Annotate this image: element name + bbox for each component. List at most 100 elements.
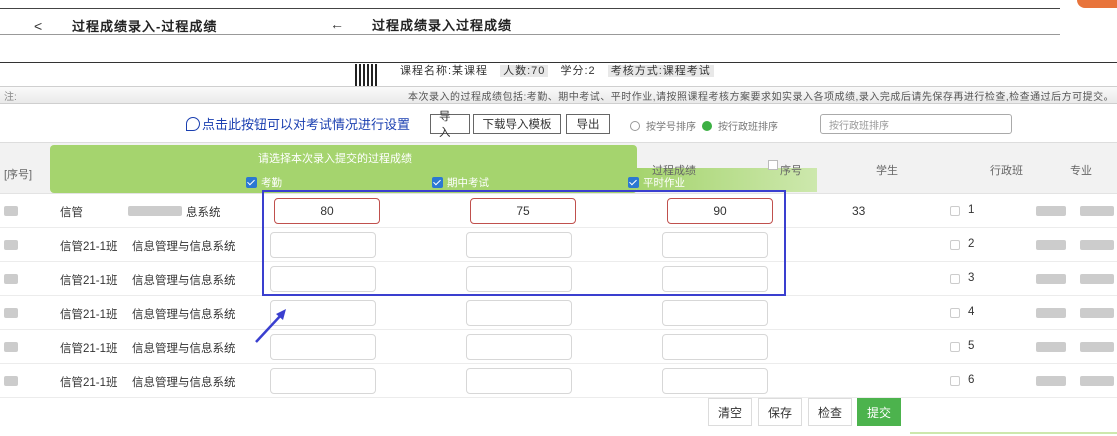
redacted-cell — [1080, 342, 1114, 352]
table-row: 信管21-1班 信息管理与信息系统 6 — [0, 364, 1117, 398]
select-all-checkbox[interactable] — [768, 160, 778, 170]
class-cell: 信管21-1班 — [60, 241, 118, 253]
hint-text[interactable]: 点击此按钮可以对考试情况进行设置 — [202, 114, 410, 133]
top-divider — [0, 8, 1060, 9]
header-student: 学生 — [876, 165, 898, 177]
redacted-cell — [1036, 342, 1066, 352]
seq-cell: 6 — [968, 374, 975, 386]
page-title: 过程成绩录入-过程成绩 — [72, 19, 218, 34]
option-midterm[interactable]: 期中考试 — [432, 175, 489, 190]
score-input[interactable] — [466, 368, 572, 394]
redacted-cell — [4, 206, 18, 216]
seq-cell: 3 — [968, 272, 975, 284]
footer-accent-line — [910, 432, 1117, 434]
score-input[interactable] — [466, 334, 572, 360]
score-input[interactable] — [662, 334, 768, 360]
checkbox-icon[interactable] — [628, 177, 639, 188]
row-checkbox[interactable] — [950, 342, 960, 352]
row-checkbox[interactable] — [950, 308, 960, 318]
class-cell: 信管 — [60, 207, 83, 219]
sort-by-id-radio[interactable] — [630, 120, 640, 131]
major-cell: 信息管理与信息系统 — [132, 343, 236, 355]
page-subtitle: 过程成绩录入过程成绩 — [372, 18, 513, 33]
redacted-cell — [1080, 376, 1114, 386]
row-checkbox[interactable] — [950, 240, 960, 250]
pointer-hand-icon — [186, 116, 200, 131]
total-score: 33 — [852, 204, 866, 218]
redacted-cell — [1036, 308, 1066, 318]
clear-button[interactable]: 清空 — [708, 398, 752, 426]
redacted-cell — [4, 308, 18, 318]
table-row: 信管21-1班 信息管理与信息系统 4 — [0, 296, 1117, 330]
student-count: 人数:70 — [500, 65, 549, 77]
export-button[interactable]: 导出 — [566, 114, 610, 134]
option-label: 考勤 — [261, 177, 282, 189]
redacted-cell — [1036, 376, 1066, 386]
popup-title: 请选择本次录入提交的过程成绩 — [258, 153, 412, 165]
class-cell: 信管21-1班 — [60, 275, 118, 287]
exam-method: 考核方式:课程考试 — [607, 65, 714, 77]
row-checkbox[interactable] — [950, 376, 960, 386]
redacted-cell — [1080, 206, 1114, 216]
score-input[interactable] — [662, 300, 768, 326]
course-info: 课程名称:某课程 人数:70 学分:2 考核方式:课程考试 — [400, 62, 722, 78]
accent-corner — [1077, 0, 1117, 8]
score-input[interactable] — [466, 300, 572, 326]
redacted-cell — [1080, 308, 1114, 318]
table-row: 信管21-1班 信息管理与信息系统 5 — [0, 330, 1117, 364]
major-cell: 信息管理与信息系统 — [132, 275, 236, 287]
submit-button[interactable]: 提交 — [857, 398, 901, 426]
redacted-cell — [1080, 274, 1114, 284]
row-checkbox[interactable] — [950, 274, 960, 284]
sort-select[interactable]: 按行政班排序 — [820, 114, 1012, 134]
save-button[interactable]: 保存 — [758, 398, 802, 426]
seq-cell: 5 — [968, 340, 975, 352]
back-icon[interactable]: < — [34, 18, 42, 34]
score-input[interactable] — [662, 368, 768, 394]
major-cell: 信息管理与信息系统 — [132, 377, 236, 389]
sort-by-class-radio[interactable] — [702, 120, 712, 131]
seq-cell: 1 — [968, 204, 975, 216]
row-checkbox[interactable] — [950, 206, 960, 216]
seq-cell: 4 — [968, 306, 975, 318]
credit: 学分:2 — [560, 65, 596, 77]
major-cell: 信息管理与信息系统 — [132, 241, 236, 253]
header-process-score: 过程成绩 — [652, 165, 696, 177]
redacted-cell — [1080, 240, 1114, 250]
major-cell: 信息管理与信息系统 — [132, 309, 236, 321]
header-major: 专业 — [1070, 165, 1092, 177]
header-seq: 序号 — [780, 165, 802, 177]
checkbox-icon[interactable] — [246, 177, 257, 188]
header-left: [序号] — [4, 169, 33, 181]
redacted-cell — [4, 240, 18, 250]
seq-cell: 2 — [968, 238, 975, 250]
redacted-cell — [128, 206, 182, 216]
redacted-cell — [4, 274, 18, 284]
highlight-frame — [262, 190, 786, 296]
notice-text: 本次录入的过程成绩包括:考勤、期中考试、平时作业,请按照课程考核方案要求如实录入… — [408, 92, 1115, 103]
score-input[interactable] — [270, 368, 376, 394]
class-cell: 信管21-1班 — [60, 309, 118, 321]
option-attendance[interactable]: 考勤 — [246, 175, 282, 190]
footer-bar — [0, 400, 1117, 436]
download-template-button[interactable]: 下载导入模板 — [473, 114, 561, 134]
redacted-cell — [4, 376, 18, 386]
back-arrow-icon[interactable]: ← — [330, 16, 344, 32]
check-button[interactable]: 检查 — [808, 398, 852, 426]
redacted-cell — [1036, 206, 1066, 216]
course-name: 课程名称:某课程 — [400, 65, 489, 77]
notice-prefix: 注: — [4, 92, 17, 103]
sort-options: 按学号排序 按行政班排序 — [630, 118, 778, 133]
checkbox-icon[interactable] — [432, 177, 443, 188]
option-label: 期中考试 — [447, 177, 489, 189]
class-cell: 信管21-1班 — [60, 343, 118, 355]
redacted-cell — [1036, 240, 1066, 250]
annotation-arrow-icon — [255, 309, 286, 343]
header-class: 行政班 — [990, 165, 1023, 177]
sort-by-id-label[interactable]: 按学号排序 — [646, 118, 696, 133]
import-button[interactable]: 导入 — [430, 111, 470, 139]
class-cell: 信管21-1班 — [60, 377, 118, 389]
major-cell: 息系统 — [186, 207, 221, 219]
exam-settings-hint[interactable]: 点击此按钮可以对考试情况进行设置 — [186, 114, 410, 133]
sort-by-class-label[interactable]: 按行政班排序 — [718, 118, 778, 133]
